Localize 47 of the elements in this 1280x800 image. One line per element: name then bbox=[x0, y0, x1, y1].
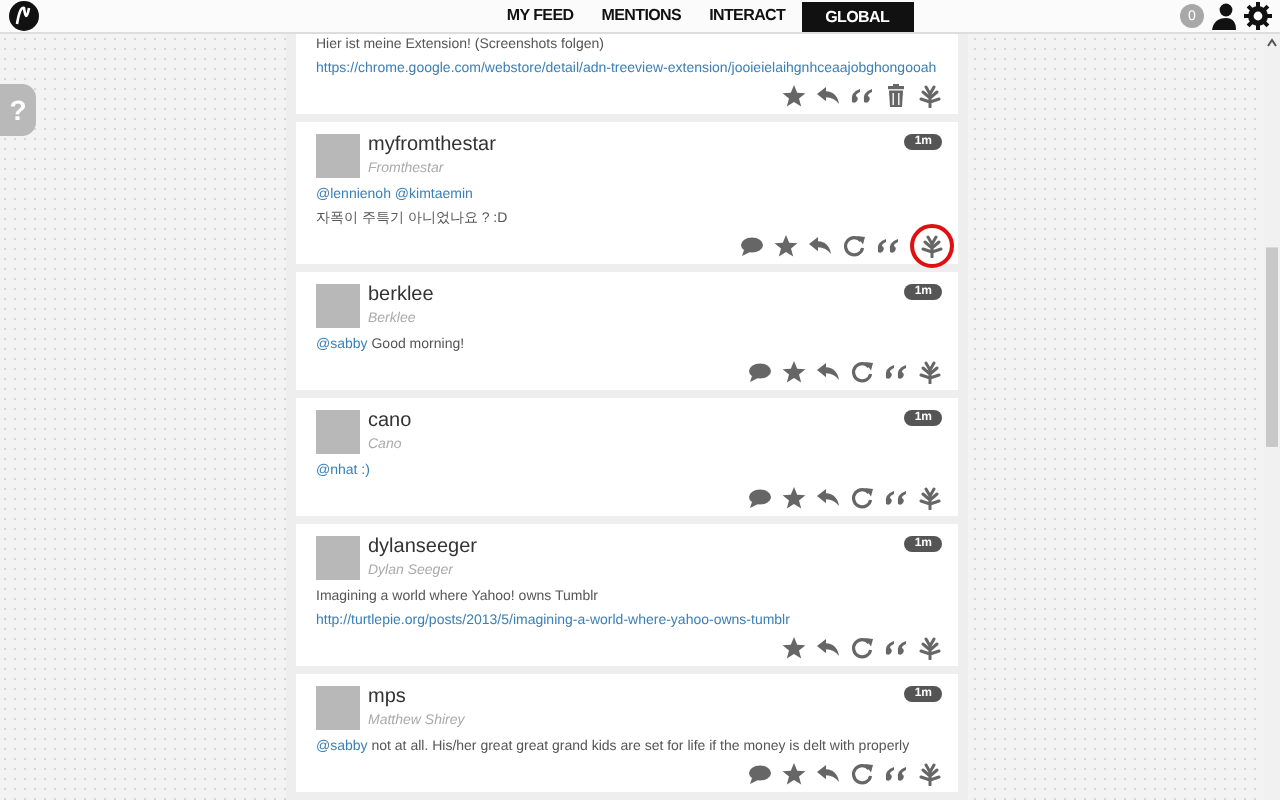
quote-icon[interactable] bbox=[850, 84, 874, 108]
sprout-icon[interactable] bbox=[918, 486, 942, 510]
sprout-icon[interactable] bbox=[918, 84, 942, 108]
repost-icon[interactable] bbox=[850, 360, 874, 384]
reply-icon[interactable] bbox=[816, 84, 840, 108]
user-icon[interactable] bbox=[1210, 2, 1238, 30]
nav-tab[interactable]: MENTIONS bbox=[589, 1, 694, 31]
username[interactable]: cano bbox=[368, 410, 905, 434]
repost-icon[interactable] bbox=[850, 762, 874, 786]
scrollbar[interactable] bbox=[1264, 34, 1280, 800]
conversation-icon[interactable] bbox=[740, 234, 764, 258]
username[interactable]: berklee bbox=[368, 284, 905, 308]
sprout-icon[interactable] bbox=[918, 762, 942, 786]
repost-icon[interactable] bbox=[842, 234, 866, 258]
settings-icon[interactable] bbox=[1244, 2, 1272, 30]
nav-tab[interactable]: GLOBAL bbox=[801, 1, 914, 31]
reply-icon[interactable] bbox=[816, 360, 840, 384]
nav-tab[interactable]: INTERACT bbox=[697, 1, 798, 31]
nav-tab[interactable]: MY FEED bbox=[494, 1, 586, 31]
username[interactable]: myfromthestar bbox=[368, 134, 905, 158]
star-icon[interactable] bbox=[782, 636, 806, 660]
star-icon[interactable] bbox=[774, 234, 798, 258]
star-icon[interactable] bbox=[782, 84, 806, 108]
star-icon[interactable] bbox=[782, 486, 806, 510]
repost-icon[interactable] bbox=[850, 486, 874, 510]
username[interactable]: mps bbox=[368, 686, 905, 710]
star-icon[interactable] bbox=[782, 762, 806, 786]
quote-icon[interactable] bbox=[876, 234, 900, 258]
conversation-icon[interactable] bbox=[748, 360, 772, 384]
quote-icon[interactable] bbox=[884, 636, 908, 660]
reply-icon[interactable] bbox=[816, 762, 840, 786]
reply-icon[interactable] bbox=[816, 486, 840, 510]
repost-icon[interactable] bbox=[850, 636, 874, 660]
quote-icon[interactable] bbox=[884, 762, 908, 786]
sprout-icon[interactable] bbox=[920, 234, 944, 258]
username[interactable]: dylanseeger bbox=[368, 536, 905, 560]
quote-icon[interactable] bbox=[884, 360, 908, 384]
reply-icon[interactable] bbox=[808, 234, 832, 258]
sprout-icon[interactable] bbox=[918, 360, 942, 384]
conversation-icon[interactable] bbox=[748, 486, 772, 510]
logo-icon[interactable] bbox=[8, 0, 40, 32]
quote-icon[interactable] bbox=[884, 486, 908, 510]
trash-icon[interactable] bbox=[884, 84, 908, 108]
star-icon[interactable] bbox=[782, 360, 806, 384]
reply-icon[interactable] bbox=[816, 636, 840, 660]
sprout-icon[interactable] bbox=[918, 636, 942, 660]
conversation-icon[interactable] bbox=[748, 762, 772, 786]
